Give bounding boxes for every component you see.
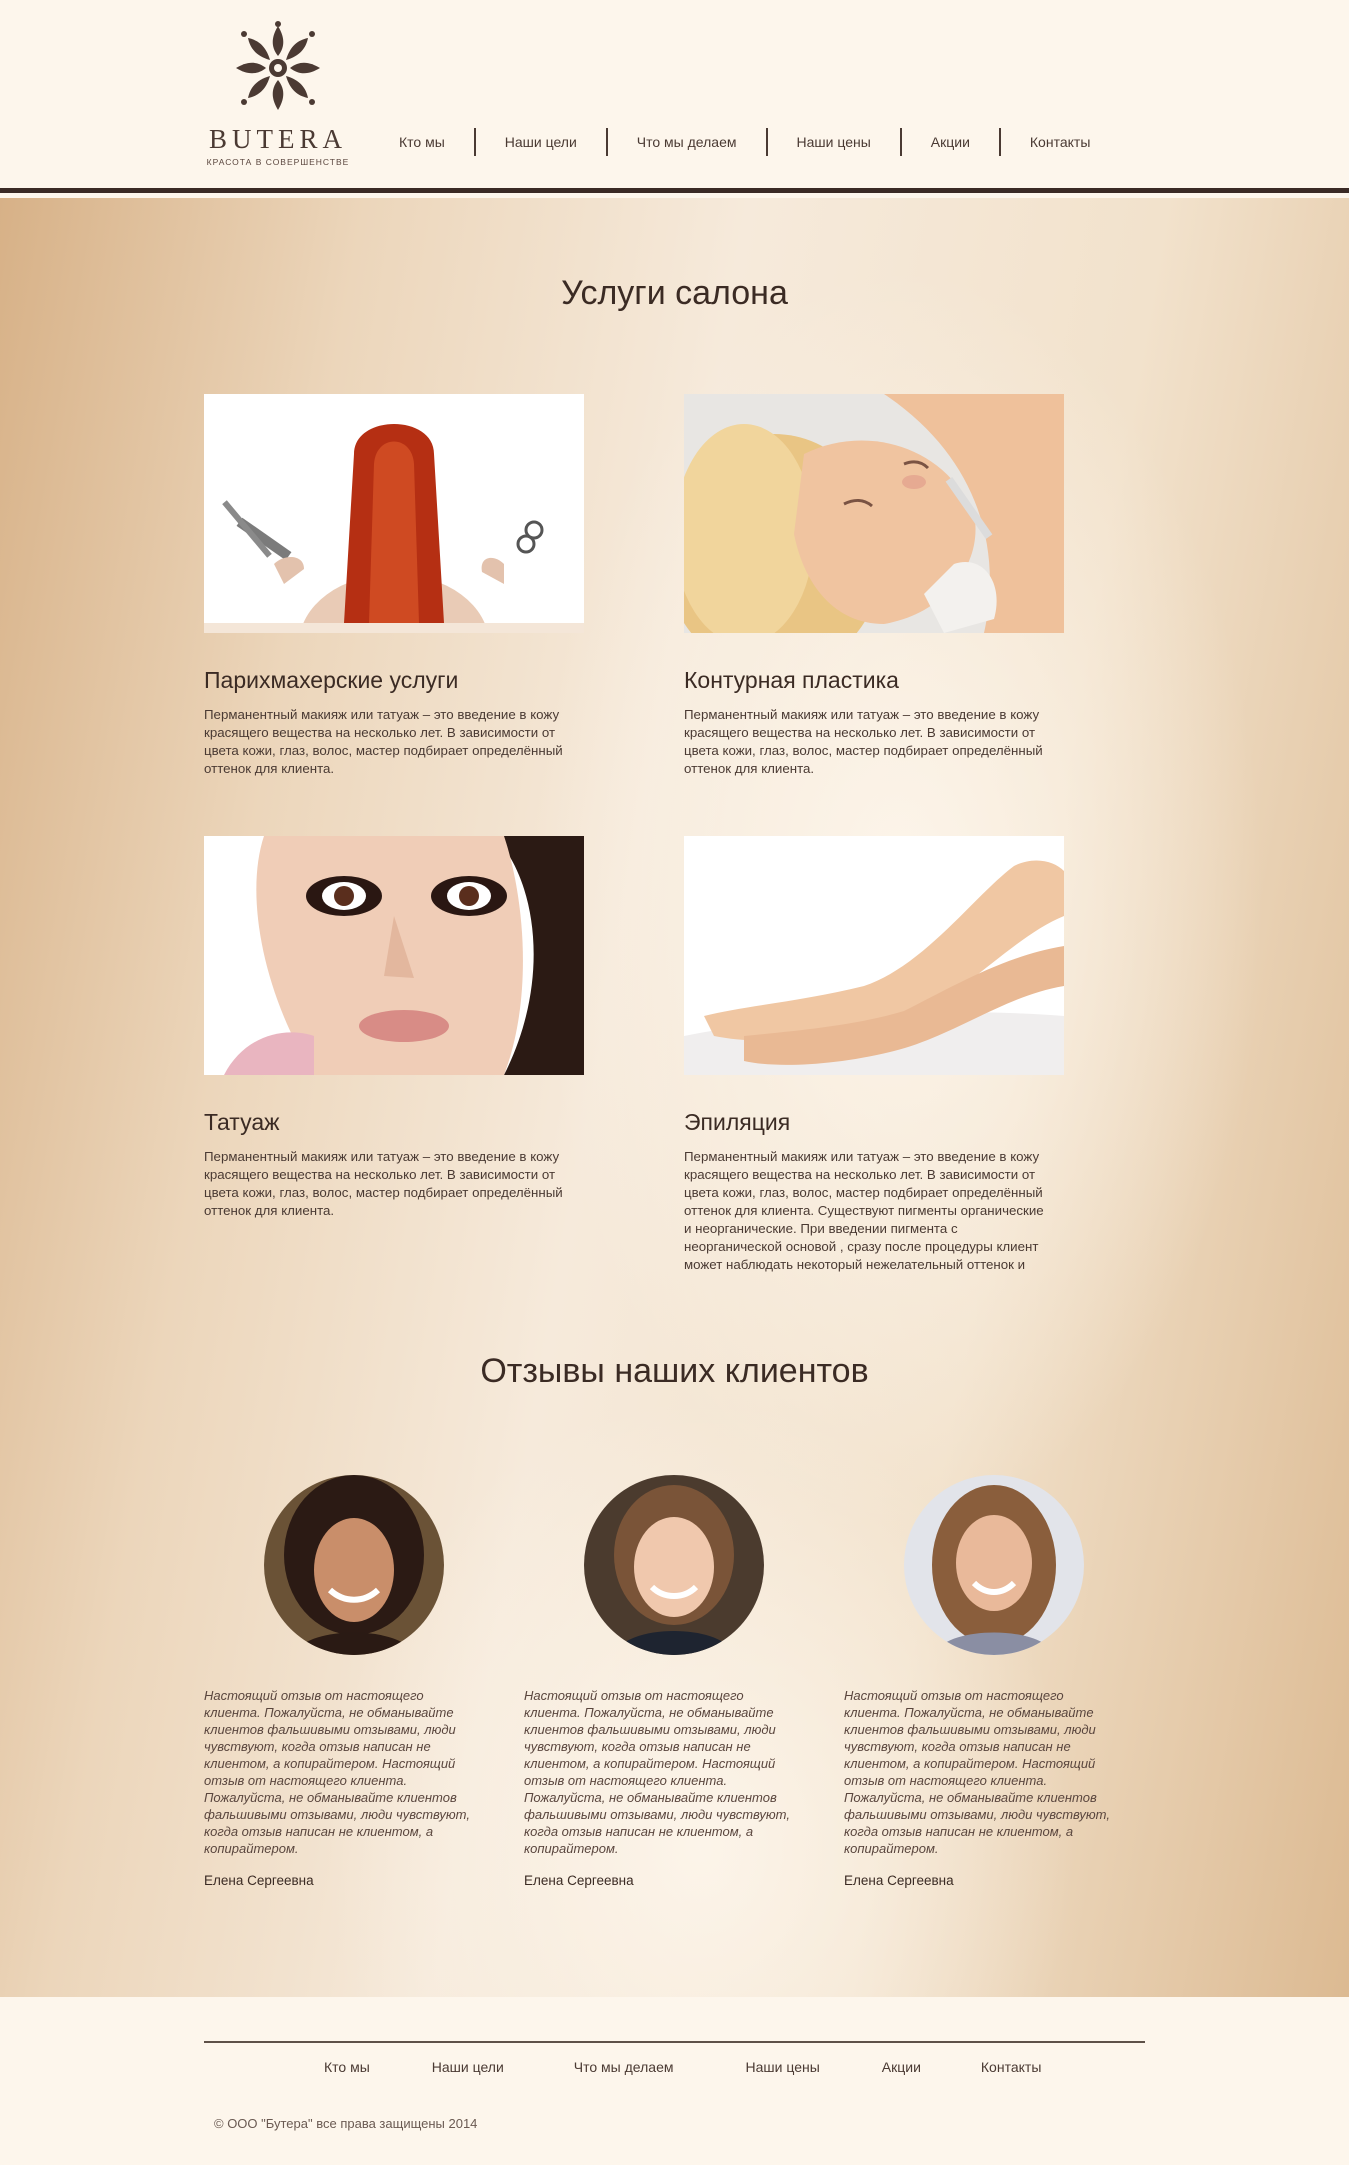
footer-nav-about[interactable]: Кто мы <box>324 2059 370 2075</box>
site-header: BUTERA КРАСОТА В СОВЕРШЕНСТВЕ Кто мы Наш… <box>0 0 1349 193</box>
review-card: Настоящий отзыв от настоящего клиента. П… <box>204 1475 484 1888</box>
page: BUTERA КРАСОТА В СОВЕРШЕНСТВЕ Кто мы Наш… <box>0 0 1349 2165</box>
tattoo-makeup-photo <box>204 836 584 1075</box>
logo[interactable]: BUTERA КРАСОТА В СОВЕРШЕНСТВЕ <box>204 20 352 170</box>
service-title: Татуаж <box>204 1109 280 1135</box>
nav-item-about[interactable]: Кто мы <box>370 128 476 156</box>
client-avatar <box>904 1475 1084 1655</box>
review-text: Настоящий отзыв от настоящего клиента. П… <box>524 1688 790 1856</box>
service-card: Татуаж Перманентный макияж или татуаж – … <box>204 836 584 1220</box>
service-title: Парихмахерские услуги <box>204 667 459 693</box>
review-card: Настоящий отзыв от настоящего клиента. П… <box>844 1475 1124 1888</box>
nav-item-contacts[interactable]: Контакты <box>1001 128 1119 156</box>
review-author: Елена Сергеевна <box>204 1873 314 1888</box>
nav-item-goals[interactable]: Наши цели <box>476 128 608 156</box>
contour-plastic-photo <box>684 394 1064 633</box>
footer-nav-contacts[interactable]: Контакты <box>981 2059 1041 2075</box>
brand-tagline: КРАСОТА В СОВЕРШЕНСТВЕ <box>206 157 350 167</box>
footer-divider <box>204 2041 1145 2043</box>
hair-photo <box>204 394 584 633</box>
main-content: Услуги салона Парихмахерские услуги Перм… <box>0 198 1349 1997</box>
ornament-logo-icon <box>236 21 320 110</box>
brand-name: BUTERA <box>209 124 347 154</box>
service-card: Эпиляция Перманентный макияж или татуаж … <box>684 836 1064 1274</box>
footer-nav-goals[interactable]: Наши цели <box>432 2059 504 2075</box>
service-card: Контурная пластика Перманентный макияж и… <box>684 394 1064 778</box>
service-description: Перманентный макияж или татуаж – это вве… <box>684 1149 1044 1272</box>
review-author: Елена Сергеевна <box>844 1873 954 1888</box>
footer-nav-prices[interactable]: Наши цены <box>746 2059 820 2075</box>
nav-item-prices[interactable]: Наши цены <box>768 128 902 156</box>
nav-item-promotions[interactable]: Акции <box>902 128 1001 156</box>
service-description: Перманентный макияж или татуаж – это вве… <box>204 707 563 776</box>
review-text: Настоящий отзыв от настоящего клиента. П… <box>204 1688 470 1856</box>
footer-nav: Кто мы Наши цели Что мы делаем Наши цены… <box>324 2059 1041 2075</box>
footer-nav-services[interactable]: Что мы делаем <box>574 2059 674 2075</box>
review-text: Настоящий отзыв от настоящего клиента. П… <box>844 1688 1110 1856</box>
epilation-photo <box>684 836 1064 1075</box>
services-title: Услуги салона <box>561 274 788 312</box>
nav-item-services[interactable]: Что мы делаем <box>608 128 768 156</box>
service-description: Перманентный макияж или татуаж – это вве… <box>684 707 1043 776</box>
service-title: Контурная пластика <box>684 667 899 693</box>
site-footer: Кто мы Наши цели Что мы делаем Наши цены… <box>0 1997 1349 2165</box>
client-avatar <box>264 1475 444 1655</box>
client-avatar <box>584 1475 764 1655</box>
copyright: © ООО "Бутера" все права защищены 2014 <box>214 2116 478 2131</box>
review-author: Елена Сергеевна <box>524 1873 634 1888</box>
footer-nav-promotions[interactable]: Акции <box>882 2059 921 2075</box>
review-card: Настоящий отзыв от настоящего клиента. П… <box>524 1475 804 1888</box>
reviews-title: Отзывы наших клиентов <box>480 1352 869 1390</box>
service-title: Эпиляция <box>684 1109 791 1135</box>
service-card: Парихмахерские услуги Перманентный макия… <box>204 394 584 778</box>
service-description: Перманентный макияж или татуаж – это вве… <box>204 1149 563 1218</box>
main-nav: Кто мы Наши цели Что мы делаем Наши цены… <box>370 126 1119 158</box>
